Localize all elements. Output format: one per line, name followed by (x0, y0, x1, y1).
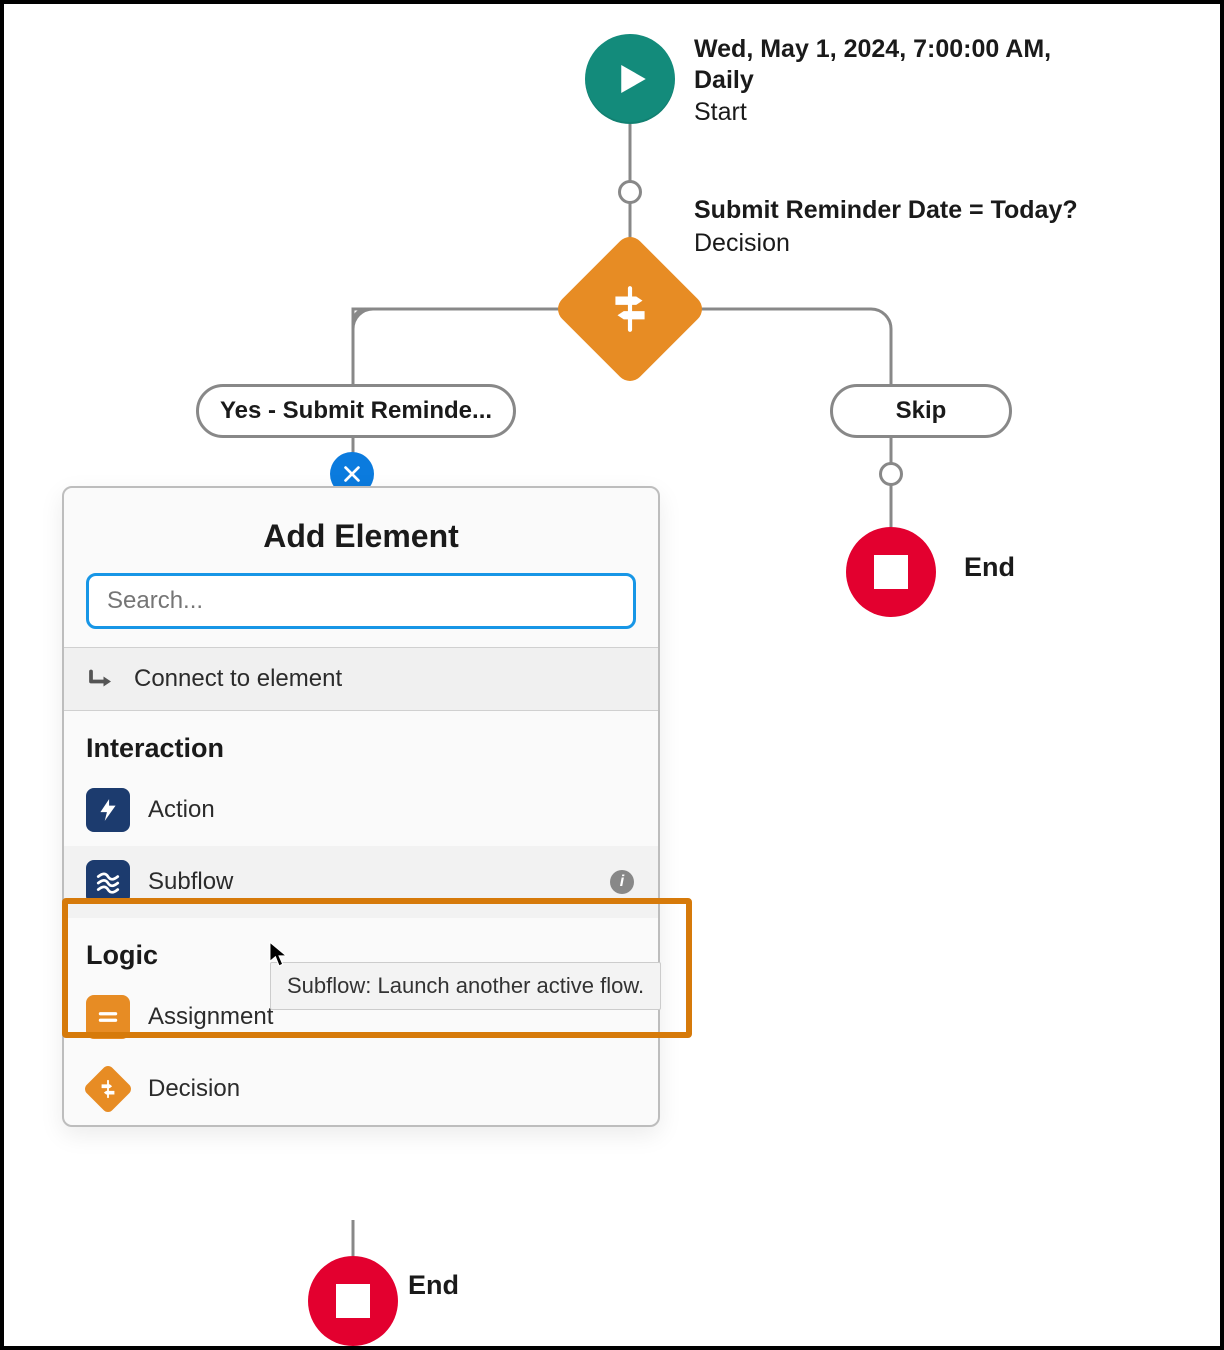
info-icon[interactable]: i (610, 870, 634, 894)
action-icon (86, 788, 130, 832)
item-action[interactable]: Action (64, 774, 658, 846)
branch-chip-skip[interactable]: Skip (830, 384, 1012, 438)
end-node-left[interactable] (308, 1256, 398, 1346)
decision-label: Submit Reminder Date = Today? Decision (694, 194, 1134, 259)
item-subflow[interactable]: Subflow i (64, 846, 658, 918)
search-wrap (64, 573, 658, 647)
section-interaction: Interaction (64, 711, 658, 774)
add-connector-dot[interactable] (618, 180, 642, 204)
decision-item-icon (86, 1067, 130, 1111)
start-node[interactable] (585, 34, 675, 124)
item-subflow-label: Subflow (148, 868, 233, 896)
stop-icon (874, 555, 908, 589)
decision-type: Decision (694, 229, 790, 257)
subflow-tooltip: Subflow: Launch another active flow. (270, 962, 661, 1010)
branch-chip-yes-label: Yes - Submit Reminde... (220, 397, 492, 425)
canvas: Wed, May 1, 2024, 7:00:00 AM, Daily Star… (4, 4, 1220, 1346)
signpost-icon (605, 284, 655, 334)
subflow-icon (86, 860, 130, 904)
start-schedule-line1: Wed, May 1, 2024, 7:00:00 AM, (694, 35, 1051, 63)
end-node-right[interactable] (846, 527, 936, 617)
connect-label: Connect to element (134, 665, 342, 693)
end-label-left: End (408, 1270, 459, 1301)
close-icon (341, 463, 363, 485)
popover-title: Add Element (64, 488, 658, 573)
add-connector-dot-right[interactable] (879, 462, 903, 486)
connect-icon (86, 664, 116, 694)
item-decision[interactable]: Decision (64, 1053, 658, 1125)
start-type: Start (694, 98, 747, 126)
add-element-popover: Add Element Connect to element Interacti… (62, 486, 660, 1127)
item-assignment-label: Assignment (148, 1003, 273, 1031)
assignment-icon (86, 995, 130, 1039)
branch-chip-yes[interactable]: Yes - Submit Reminde... (196, 384, 516, 438)
end-label-right: End (964, 552, 1015, 583)
item-action-label: Action (148, 796, 215, 824)
start-schedule-line2: Daily (694, 66, 754, 94)
stop-icon (336, 1284, 370, 1318)
decision-question: Submit Reminder Date = Today? (694, 196, 1078, 224)
play-icon (609, 58, 651, 100)
start-label: Wed, May 1, 2024, 7:00:00 AM, Daily Star… (694, 34, 1134, 128)
flow-builder-canvas: Wed, May 1, 2024, 7:00:00 AM, Daily Star… (0, 0, 1224, 1350)
decision-node[interactable] (575, 254, 685, 364)
item-decision-label: Decision (148, 1075, 240, 1103)
branch-chip-skip-label: Skip (896, 397, 947, 425)
connect-to-element[interactable]: Connect to element (64, 647, 658, 711)
search-input[interactable] (86, 573, 636, 629)
